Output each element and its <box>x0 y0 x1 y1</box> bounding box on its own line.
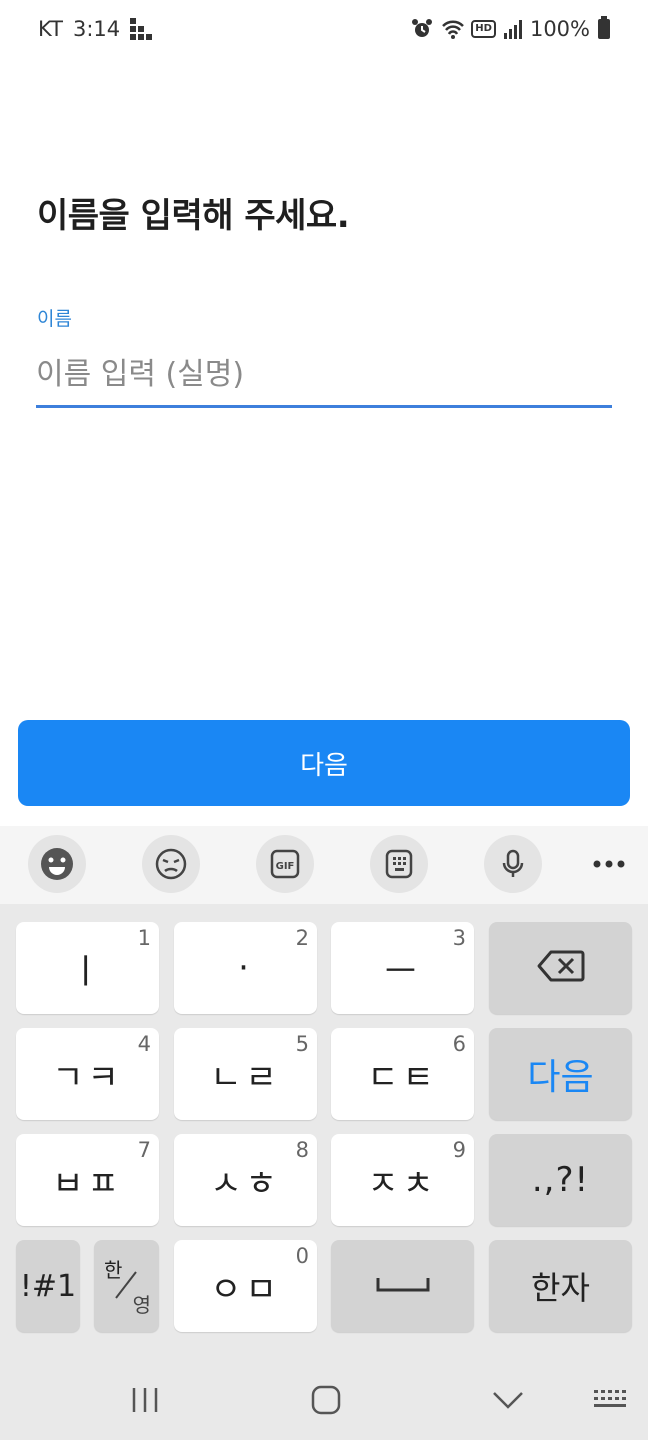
emoji-icon[interactable] <box>28 835 86 893</box>
key-number: 7 <box>137 1138 151 1162</box>
key-label: ㅡ <box>384 951 421 992</box>
home-icon[interactable] <box>299 1380 353 1420</box>
key-label: ㄷㅌ <box>367 1057 438 1098</box>
key-label: · <box>238 948 253 988</box>
next-button[interactable]: 다음 <box>18 720 630 806</box>
key-i[interactable]: ㅣ 1 <box>16 922 159 1014</box>
hide-keyboard-icon[interactable] <box>481 1380 535 1420</box>
key-g-k[interactable]: ㄱㅋ 4 <box>16 1028 159 1120</box>
key-j-ch[interactable]: ㅈㅊ 9 <box>331 1134 474 1226</box>
sticker-icon[interactable] <box>142 835 200 893</box>
keyboard-next-key[interactable]: 다음 <box>489 1028 632 1120</box>
key-label: ㄱㅋ <box>52 1057 123 1098</box>
battery-percent: 100% <box>529 17 590 41</box>
alarm-icon <box>411 18 433 40</box>
backspace-key[interactable] <box>489 922 632 1014</box>
key-number: 3 <box>452 926 466 950</box>
backspace-icon <box>537 950 585 986</box>
key-dot[interactable]: · 2 <box>174 922 317 1014</box>
navigation-bar <box>0 1360 648 1440</box>
punctuation-key[interactable]: .,?! <box>489 1134 632 1226</box>
key-b-p[interactable]: ㅂㅍ 7 <box>16 1134 159 1226</box>
battery-icon <box>598 16 610 39</box>
wifi-icon <box>441 18 465 40</box>
key-eu[interactable]: ㅡ 3 <box>331 922 474 1014</box>
recent-apps-icon[interactable] <box>118 1380 172 1420</box>
keyboard-switch-icon[interactable] <box>588 1382 632 1418</box>
key-number: 5 <box>295 1032 309 1056</box>
gif-label: GIF <box>276 861 295 872</box>
key-number: 1 <box>137 926 151 950</box>
key-n-r[interactable]: ㄴㄹ 5 <box>174 1028 317 1120</box>
key-d-t[interactable]: ㄷㅌ 6 <box>331 1028 474 1120</box>
name-field-label: 이름 <box>37 308 72 330</box>
notification-app-icon <box>130 18 153 40</box>
key-label: ㅇㅁ <box>210 1269 281 1310</box>
key-s-h[interactable]: ㅅㅎ 8 <box>174 1134 317 1226</box>
key-label-bottom: 영 <box>132 1293 151 1317</box>
hanja-key[interactable]: 한자 <box>489 1240 632 1332</box>
gif-icon[interactable]: GIF <box>256 835 314 893</box>
symbols-key[interactable]: !#1 <box>16 1240 80 1332</box>
hd-voice-icon: HD <box>471 20 496 38</box>
name-input[interactable] <box>36 344 612 408</box>
language-toggle-key[interactable]: 한 영 <box>94 1240 159 1332</box>
signal-icon <box>503 19 522 39</box>
space-icon <box>375 1274 431 1298</box>
key-label: 한자 <box>531 1269 590 1307</box>
key-o-m[interactable]: ㅇㅁ 0 <box>174 1240 317 1332</box>
more-icon[interactable] <box>584 835 634 893</box>
key-label: ㅣ <box>69 951 106 992</box>
key-number: 2 <box>295 926 309 950</box>
key-number: 8 <box>295 1138 309 1162</box>
carrier-label: KT <box>38 17 63 41</box>
key-number: 9 <box>452 1138 466 1162</box>
key-number: 4 <box>137 1032 151 1056</box>
key-number: 6 <box>452 1032 466 1056</box>
key-label: ㅂㅍ <box>52 1163 123 1204</box>
key-label: 다음 <box>527 1057 594 1098</box>
space-key[interactable] <box>331 1240 474 1332</box>
status-bar-right: HD 100% <box>411 16 610 41</box>
keyboard-toolbar: GIF <box>0 826 648 904</box>
key-label: ㅅㅎ <box>210 1163 281 1204</box>
key-label: .,?! <box>531 1160 590 1200</box>
key-label: ㄴㄹ <box>210 1057 281 1098</box>
mic-icon[interactable] <box>484 835 542 893</box>
page-title: 이름을 입력해 주세요. <box>37 196 350 236</box>
clock-time: 3:14 <box>72 17 121 41</box>
status-bar-left: KT 3:14 <box>38 17 153 41</box>
key-label: ㅈㅊ <box>367 1163 438 1204</box>
key-number: 0 <box>295 1244 309 1268</box>
key-label: !#1 <box>19 1268 77 1304</box>
clipboard-icon[interactable] <box>370 835 428 893</box>
status-bar: KT 3:14 HD 100% <box>0 0 648 60</box>
